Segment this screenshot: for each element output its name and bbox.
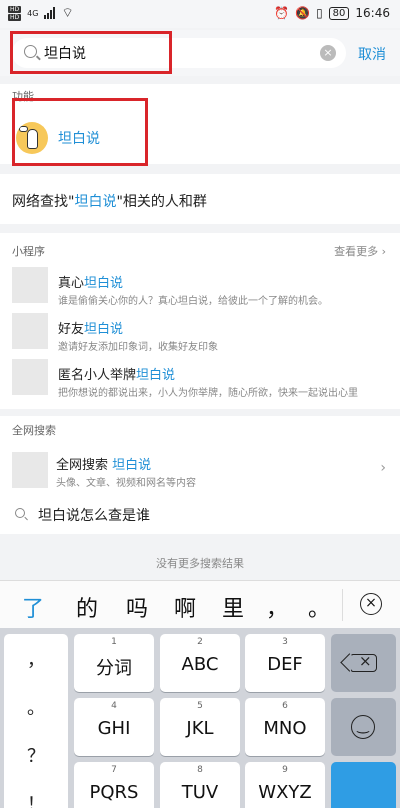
- mini-program-desc: 谁是偷偷关心你的人？真心坦白说，给彼此一个了解的机会。: [58, 296, 328, 307]
- key-1[interactable]: 1 分词: [74, 634, 154, 692]
- candidate-divider: [342, 589, 343, 621]
- mini-program-title: 匿名小人举牌坦白说: [58, 368, 176, 383]
- key-9[interactable]: 9 WXYZ: [245, 762, 325, 808]
- wifi-icon: ⌔: [61, 6, 74, 21]
- network-type: 4G: [27, 8, 39, 18]
- battery-icon: 80: [328, 6, 350, 20]
- key-7[interactable]: 7 PQRS: [74, 762, 154, 808]
- punctuation-key[interactable]: ！: [4, 790, 68, 808]
- mini-program-section-label: 小程序: [12, 245, 45, 258]
- cancel-button[interactable]: 取消: [358, 44, 386, 64]
- punctuation-key[interactable]: 。: [4, 694, 68, 720]
- backspace-key[interactable]: [331, 634, 396, 692]
- vibrate-icon: ▯: [316, 6, 323, 20]
- web-search-thumbnail: [12, 452, 48, 488]
- punctuation-key[interactable]: ，: [4, 646, 68, 672]
- key-8[interactable]: 8 TUV: [160, 762, 240, 808]
- clock: 16:46: [355, 6, 390, 20]
- status-bar: HD HD 4G ⌔ ⏰ 🔕 ▯ 80 16:46: [0, 0, 400, 28]
- candidate-word[interactable]: 吗: [126, 591, 148, 623]
- web-search-title: 全网搜索 坦白说: [56, 458, 152, 473]
- enter-key[interactable]: [331, 762, 396, 808]
- punctuation-key[interactable]: ？: [4, 742, 68, 768]
- candidate-word[interactable]: 啊: [174, 591, 196, 623]
- emoji-key[interactable]: ‿: [331, 698, 396, 756]
- search-suggestion-text: 坦白说怎么查是谁: [38, 508, 150, 524]
- highlight-box-search: [10, 31, 172, 74]
- mini-program-title: 真心坦白说: [58, 276, 124, 291]
- sim-label-1: HD: [8, 5, 22, 13]
- backspace-icon: [351, 652, 377, 672]
- mini-program-thumbnail: [12, 313, 48, 349]
- mute-icon: 🔕: [295, 6, 311, 20]
- candidate-word[interactable]: 了: [22, 591, 44, 623]
- key-4[interactable]: 4 GHI: [74, 698, 154, 756]
- key-3[interactable]: 3 DEF: [245, 634, 325, 692]
- sim-label-2: HD: [8, 13, 22, 21]
- candidate-word[interactable]: 的: [76, 591, 98, 623]
- mini-program-thumbnail: [12, 359, 48, 395]
- web-search-desc: 头像、文章、视频和网名等内容: [56, 478, 196, 489]
- key-2[interactable]: 2 ABC: [160, 634, 240, 692]
- mini-program-thumbnail: [12, 267, 48, 303]
- key-5[interactable]: 5 JKL: [160, 698, 240, 756]
- candidate-word[interactable]: 里: [222, 591, 244, 623]
- no-more-results: 没有更多搜索结果: [156, 557, 244, 570]
- collapse-keyboard-icon[interactable]: ×: [360, 593, 382, 615]
- chevron-right-icon: ›: [380, 460, 386, 476]
- signal-icon: [44, 7, 56, 19]
- key-6[interactable]: 6 MNO: [245, 698, 325, 756]
- punctuation-column[interactable]: ， 。 ？ ！: [4, 634, 68, 808]
- highlight-box-function: [12, 98, 148, 166]
- mini-program-title: 好友坦白说: [58, 322, 124, 337]
- candidate-word[interactable]: ，: [266, 591, 288, 623]
- emoji-icon: ‿: [351, 715, 375, 739]
- candidate-word[interactable]: 。: [308, 591, 330, 623]
- mini-program-desc: 邀请好友添加印象词，收集好友印象: [58, 342, 218, 353]
- network-search-text[interactable]: 网络查找"坦白说"相关的人和群: [12, 191, 207, 211]
- clear-search-button[interactable]: ×: [320, 45, 336, 61]
- mini-program-desc: 把你想说的都说出来，小人为你举牌，随心所欲，快来一起说出心里: [58, 388, 358, 399]
- sim-indicator: HD HD: [8, 5, 22, 21]
- chevron-right-icon: ›: [381, 245, 386, 258]
- search-icon: [15, 508, 25, 518]
- web-search-section-label: 全网搜索: [12, 424, 56, 437]
- alarm-icon: ⏰: [274, 6, 290, 20]
- view-more-link[interactable]: 查看更多 ›: [334, 243, 386, 259]
- ime-candidate-bar: 了 的 吗 啊 里 ， 。 ×: [0, 580, 400, 628]
